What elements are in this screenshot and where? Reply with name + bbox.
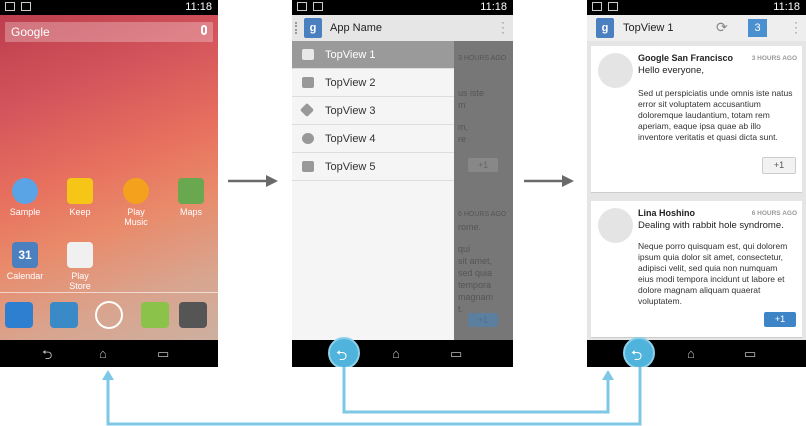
back-path-to-topview — [342, 367, 610, 414]
back-path-arrowhead — [602, 370, 614, 380]
back-path-arrowhead — [102, 370, 114, 380]
back-navigation-paths — [102, 367, 642, 426]
back-path-to-home — [106, 367, 642, 426]
